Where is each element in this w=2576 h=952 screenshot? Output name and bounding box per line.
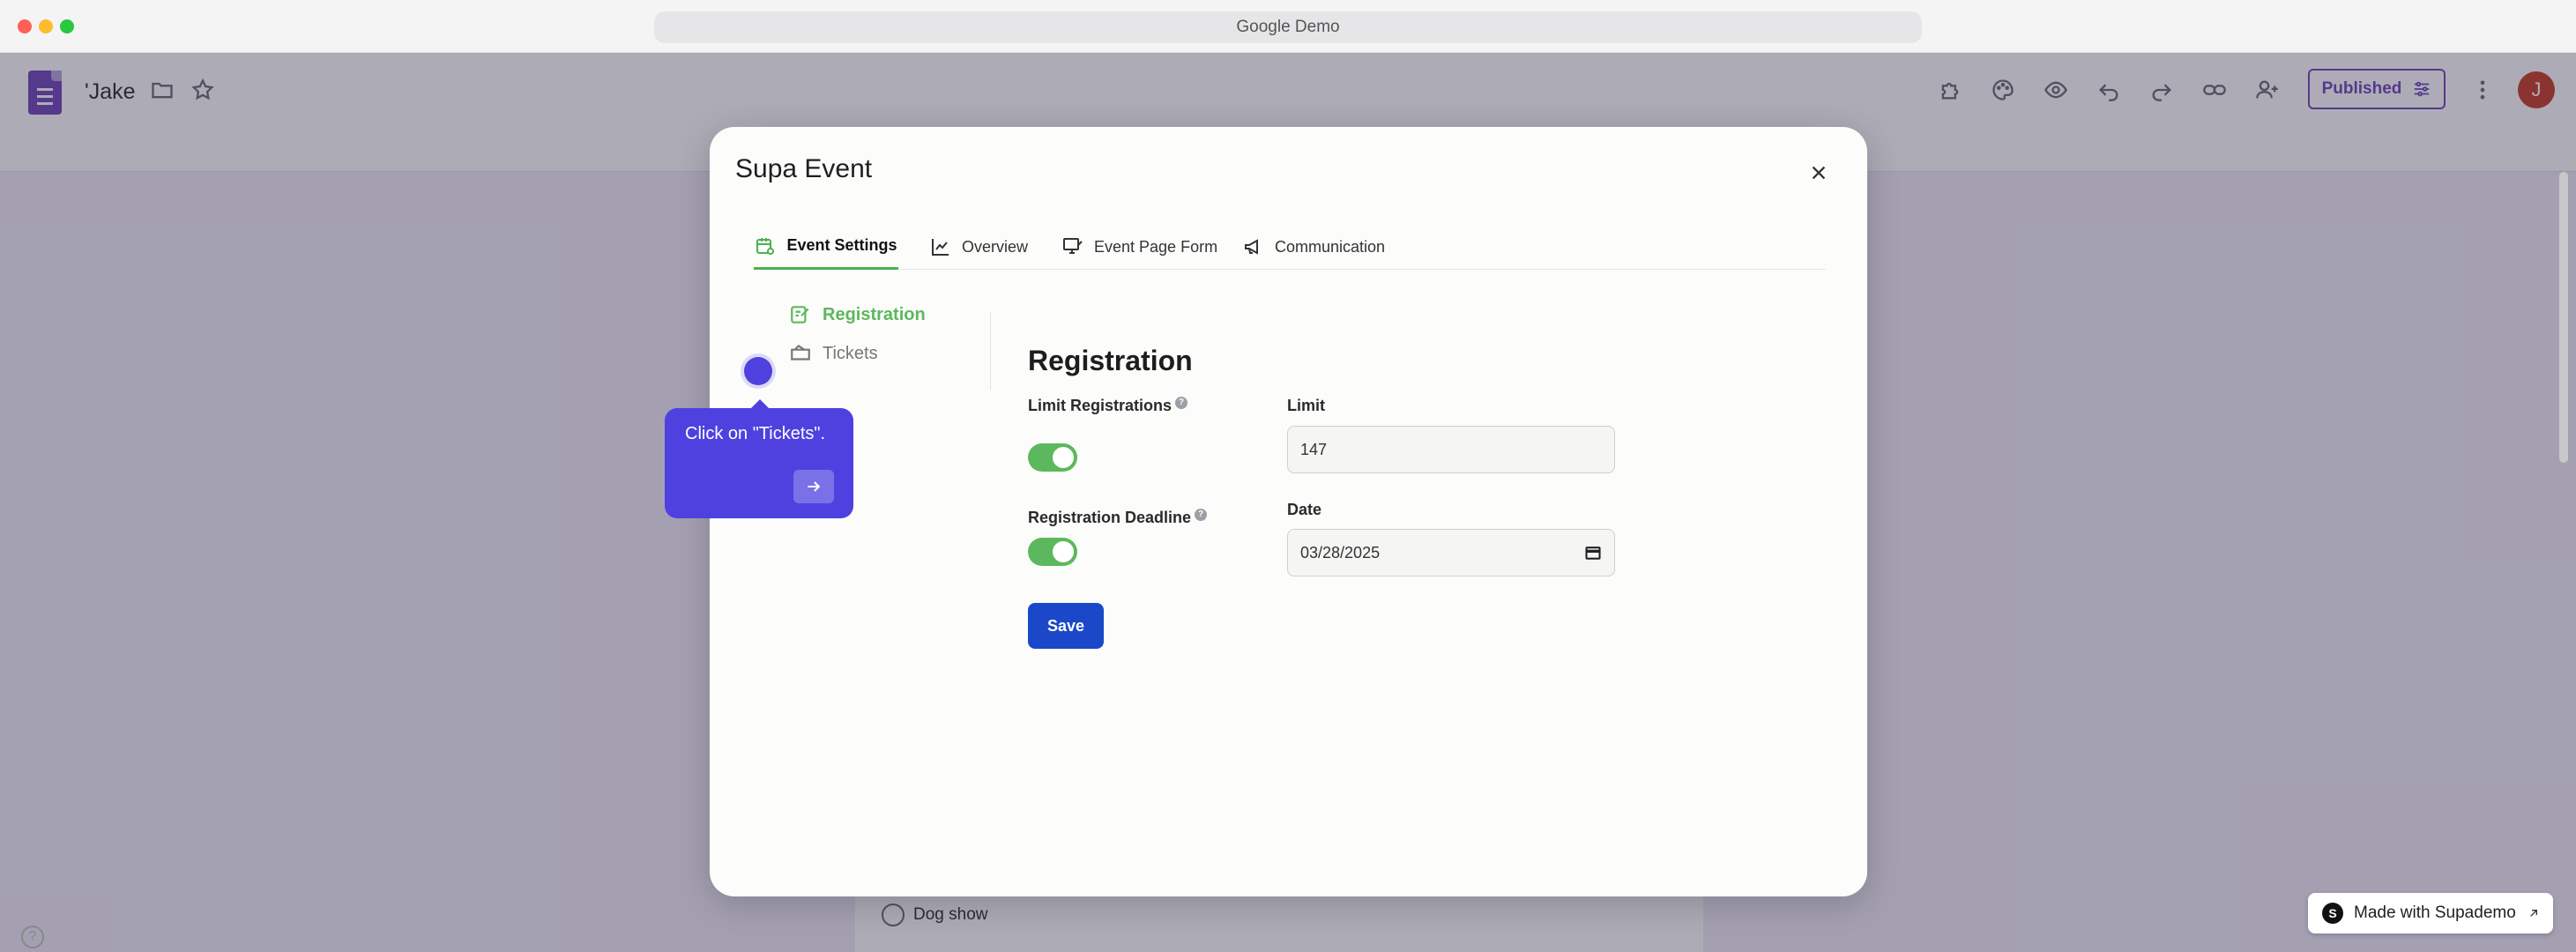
section-title: Registration <box>1028 345 1193 376</box>
edit-note-icon <box>791 306 809 324</box>
event-settings-modal: Supa Event Event Settings Overview Event… <box>710 127 1867 896</box>
guide-hotspot[interactable] <box>744 357 772 385</box>
calendar-gear-icon <box>756 237 775 255</box>
tab-label: Event Page Form <box>1094 237 1218 256</box>
maximize-window-button[interactable] <box>60 19 74 33</box>
date-label: Date <box>1287 501 1322 518</box>
tab-overview[interactable]: Overview <box>930 224 1028 270</box>
registration-deadline-toggle[interactable] <box>1028 538 1077 566</box>
close-icon[interactable] <box>1805 159 1833 187</box>
tab-label: Communication <box>1275 237 1386 256</box>
tab-event-page-form[interactable]: Event Page Form <box>1062 224 1217 270</box>
registration-deadline-text: Registration Deadline <box>1028 509 1192 526</box>
tab-label: Event Settings <box>786 236 897 254</box>
made-with-supademo-badge[interactable]: S Made with Supademo <box>2308 893 2553 933</box>
tab-communication[interactable]: Communication <box>1243 224 1385 270</box>
registration-deadline-label: Registration Deadline ? <box>1028 508 1208 527</box>
scrollbar[interactable] <box>2559 172 2568 463</box>
tab-event-settings[interactable]: Event Settings <box>754 224 898 270</box>
limit-registrations-label: Limit Registrations ? <box>1028 396 1188 415</box>
save-button[interactable]: Save <box>1028 603 1104 649</box>
limit-registrations-toggle[interactable] <box>1028 443 1077 472</box>
sidebar-item-registration[interactable]: Registration <box>789 303 926 326</box>
sidebar-item-label: Registration <box>823 304 926 324</box>
badge-text: Made with Supademo <box>2354 904 2516 922</box>
ticket-icon <box>791 344 810 361</box>
calendar-icon[interactable] <box>1584 544 1602 562</box>
next-step-button[interactable] <box>793 470 834 503</box>
help-tooltip-icon[interactable]: ? <box>1195 508 1208 521</box>
minimize-window-button[interactable] <box>39 19 53 33</box>
sidebar-item-label: Tickets <box>823 343 878 363</box>
limit-value: 147 <box>1300 440 1328 458</box>
browser-chrome: Google Demo <box>0 0 2576 53</box>
date-value: 03/28/2025 <box>1300 543 1381 562</box>
date-input[interactable]: 03/28/2025 <box>1287 529 1615 576</box>
supademo-logo-icon: S <box>2322 903 2343 924</box>
close-window-button[interactable] <box>18 19 32 33</box>
address-bar[interactable]: Google Demo <box>654 11 1922 43</box>
tooltip-text: Click on "Tickets". <box>685 424 826 443</box>
sidebar-divider <box>990 312 991 390</box>
modal-tabs: Event Settings Overview Event Page Form … <box>754 224 1826 270</box>
megaphone-icon <box>1245 239 1258 255</box>
external-link-icon <box>2529 910 2537 917</box>
arrow-right-icon <box>808 481 821 492</box>
limit-registrations-text: Limit Registrations <box>1028 397 1173 414</box>
sidebar-item-tickets[interactable]: Tickets <box>789 342 878 365</box>
tab-label: Overview <box>962 237 1029 256</box>
limit-label: Limit <box>1287 397 1325 414</box>
monitor-edit-icon <box>1063 238 1083 254</box>
limit-input[interactable]: 147 <box>1287 426 1615 473</box>
address-bar-text: Google Demo <box>1236 18 1340 36</box>
help-tooltip-icon[interactable]: ? <box>1175 396 1188 409</box>
line-chart-icon <box>932 239 949 256</box>
guide-tooltip: Click on "Tickets". <box>665 399 853 518</box>
help-icon[interactable]: ? <box>21 926 44 948</box>
modal-title: Supa Event <box>735 154 873 183</box>
